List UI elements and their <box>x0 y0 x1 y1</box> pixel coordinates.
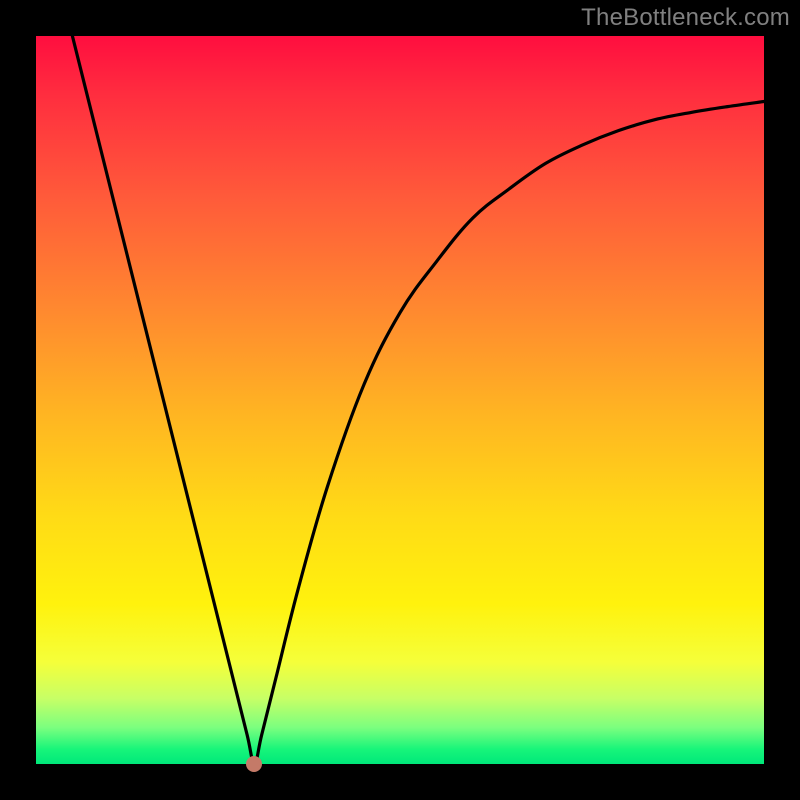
chart-frame: TheBottleneck.com <box>0 0 800 800</box>
watermark-text: TheBottleneck.com <box>581 4 790 32</box>
minimum-marker-dot <box>246 756 262 772</box>
bottleneck-curve <box>36 36 764 764</box>
plot-area <box>36 36 764 764</box>
